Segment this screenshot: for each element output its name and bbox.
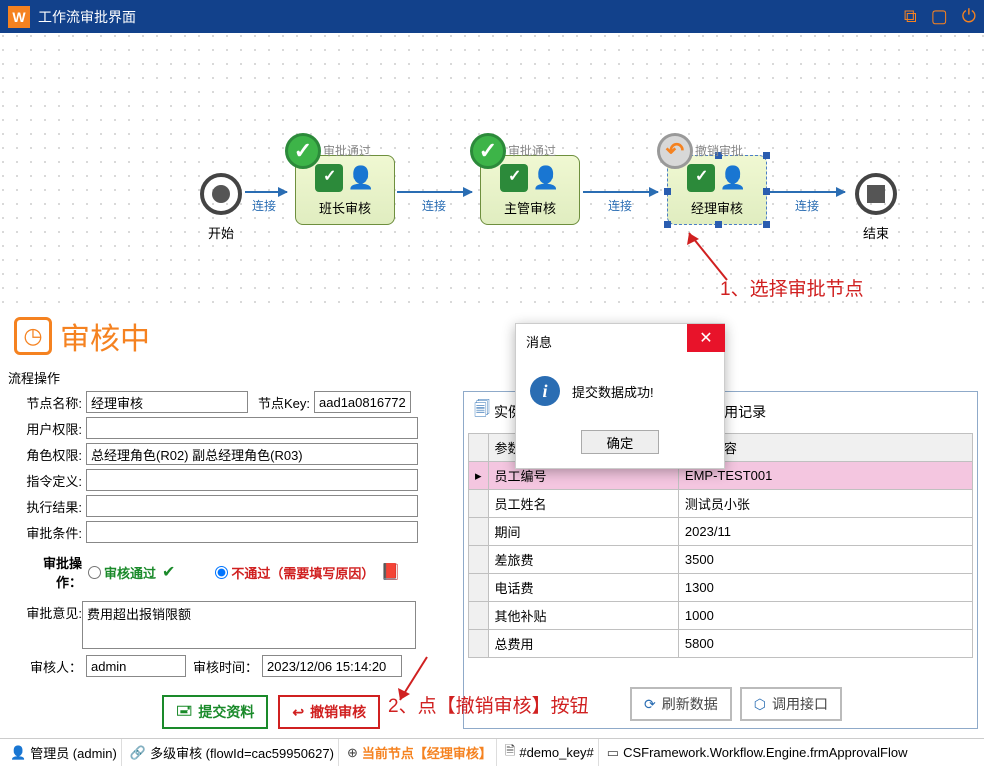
status-user: 管理员 (admin) <box>30 743 117 762</box>
title-bar: W 工作流审批界面 ⧉ ▢ ⏻ <box>0 0 984 33</box>
radio-fail[interactable]: 不通过（需要填写原因） <box>215 563 374 582</box>
restore-down-icon[interactable]: ⧉ <box>904 6 917 27</box>
heading-text: 审核中 <box>60 314 150 358</box>
dialog-message: 提交数据成功! <box>572 382 654 401</box>
workflow-canvas[interactable]: 开始 连接 👤 班长审核 ✓ 审批通过 连接 👤 主管审核 ✓ 审批通过 连接 … <box>0 33 984 308</box>
table-row[interactable]: 总费用5800 <box>469 630 973 658</box>
flow-end-node[interactable] <box>855 173 897 215</box>
flow-arrow-label: 连接 <box>422 197 446 214</box>
input-audit-time[interactable] <box>262 655 402 677</box>
status-heading: ◷ 审核中 <box>0 308 984 364</box>
cube-icon: ⬡ <box>754 696 766 713</box>
submit-button[interactable]: 🖃提交资料 <box>162 695 268 729</box>
task-icon <box>687 164 715 192</box>
status-revoke-icon: ↶ <box>657 133 693 169</box>
dialog-close-button[interactable]: ✕ <box>687 324 725 352</box>
status-demokey: #demo_key# <box>519 745 593 760</box>
table-row[interactable]: 期间2023/11 <box>469 518 973 546</box>
task-icon <box>315 164 343 192</box>
label-cond: 审批条件: <box>20 523 82 542</box>
flow-arrow[interactable] <box>583 191 658 193</box>
input-cmd-def[interactable] <box>86 469 418 491</box>
label-audit-time: 审核时间： <box>192 657 258 676</box>
input-exec-result[interactable] <box>86 495 418 517</box>
check-icon: ✔ <box>162 562 175 582</box>
label-exec-result: 执行结果: <box>20 497 82 516</box>
file-icon: 🗎 <box>505 742 515 764</box>
input-cond[interactable] <box>86 521 418 543</box>
undo-icon: ↩ <box>292 704 304 721</box>
label-action: 审批操作： <box>20 553 82 591</box>
annotation-text-2: 2、点【撤销审核】按钮 <box>388 691 589 718</box>
status-pass-icon: ✓ <box>470 133 506 169</box>
label-user-perm: 用户权限: <box>20 419 82 438</box>
input-user-perm[interactable] <box>86 417 418 439</box>
label-node-name: 节点名称: <box>20 393 82 412</box>
status-label: 审批通过 <box>508 142 556 159</box>
note-icon: 📕 <box>380 562 400 582</box>
clock-icon: ◷ <box>14 317 52 355</box>
refresh-icon: ⟳ <box>644 696 656 713</box>
target-icon: ⊕ <box>347 745 358 761</box>
flow-end-label: 结束 <box>863 223 889 242</box>
app-logo: W <box>8 6 30 28</box>
label-node-key: 节点Key: <box>254 393 310 412</box>
dialog-ok-button[interactable]: 确定 <box>581 430 659 454</box>
info-icon: i <box>530 376 560 406</box>
input-auditor[interactable] <box>86 655 186 677</box>
input-node-name[interactable] <box>86 391 248 413</box>
flow-arrow-label: 连接 <box>252 197 276 214</box>
input-node-key[interactable] <box>314 391 411 413</box>
person-icon: 👤 <box>532 164 560 192</box>
status-bar: 👤管理员 (admin) 🔗多级审核 (flowId=cac59950627) … <box>0 738 984 766</box>
node-label: 经理审核 <box>668 198 766 217</box>
status-label: 审批通过 <box>323 142 371 159</box>
person-icon: 👤 <box>347 164 375 192</box>
dialog-title: 消息 <box>526 332 552 351</box>
status-flow: 多级审核 (flowId=cac59950627) <box>150 743 334 762</box>
maximize-icon[interactable]: ▢ <box>931 6 948 27</box>
input-role-perm[interactable] <box>86 443 418 465</box>
close-window-icon[interactable]: ⏻ <box>962 6 976 27</box>
section-label: 流程操作 <box>0 364 984 389</box>
window-title: 工作流审批界面 <box>38 7 904 27</box>
message-dialog: 消息 ✕ i 提交数据成功! 确定 <box>515 323 725 469</box>
label-auditor: 审核人： <box>20 657 82 676</box>
task-icon <box>500 164 528 192</box>
label-opinion: 审批意见: <box>20 601 82 649</box>
label-cmd-def: 指令定义: <box>20 471 82 490</box>
status-label: 撤销审批 <box>695 142 743 159</box>
textarea-opinion[interactable]: 费用超出报销限额 <box>82 601 416 649</box>
annotation-text-1: 1、选择审批节点 <box>720 274 864 301</box>
invoke-api-button[interactable]: ⬡调用接口 <box>740 687 842 721</box>
doc-icon: 🗐 <box>474 398 490 425</box>
node-label: 主管审核 <box>481 198 579 217</box>
refresh-button[interactable]: ⟳刷新数据 <box>630 687 732 721</box>
flow-arrow-label: 连接 <box>795 197 819 214</box>
node-label: 班长审核 <box>296 198 394 217</box>
flow-arrow-label: 连接 <box>608 197 632 214</box>
flow-start-label: 开始 <box>208 223 234 242</box>
flow-arrow[interactable] <box>770 191 845 193</box>
flow-icon: 🔗 <box>130 745 146 761</box>
status-class: CSFramework.Workflow.Engine.frmApprovalF… <box>623 745 907 760</box>
status-pass-icon: ✓ <box>285 133 321 169</box>
flow-start-node[interactable] <box>200 173 242 215</box>
stamp-icon: 🖃 <box>176 700 192 724</box>
user-icon: 👤 <box>10 745 26 761</box>
table-row[interactable]: 其他补贴1000 <box>469 602 973 630</box>
flow-arrow[interactable] <box>245 191 287 193</box>
table-row[interactable]: 差旅费3500 <box>469 546 973 574</box>
label-role-perm: 角色权限: <box>20 445 82 464</box>
flow-arrow[interactable] <box>397 191 472 193</box>
table-row[interactable]: 电话费1300 <box>469 574 973 602</box>
revoke-button[interactable]: ↩撤销审核 <box>278 695 380 729</box>
table-row[interactable]: 员工姓名测试员小张 <box>469 490 973 518</box>
status-current-node: 当前节点【经理审核】 <box>362 743 492 762</box>
window-icon: ▭ <box>607 745 619 761</box>
radio-pass[interactable]: 审核通过 <box>88 563 156 582</box>
person-icon: 👤 <box>719 164 747 192</box>
